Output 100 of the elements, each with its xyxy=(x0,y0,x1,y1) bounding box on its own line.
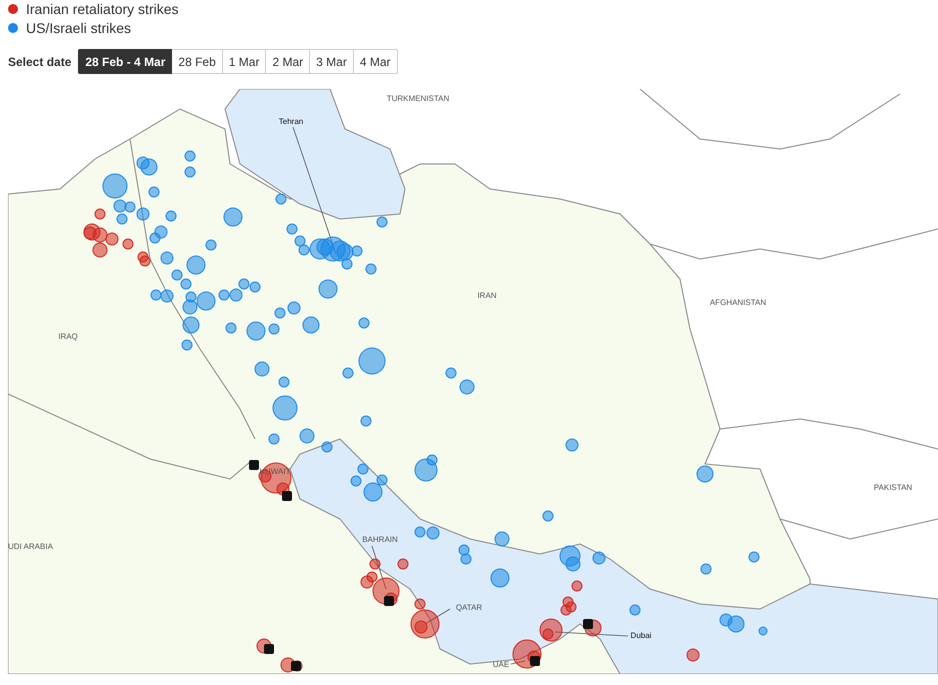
strike-marker xyxy=(426,526,440,540)
strike-marker xyxy=(560,604,572,616)
date-tab[interactable]: 4 Mar xyxy=(354,49,398,74)
strike-marker xyxy=(182,340,192,350)
strike-marker xyxy=(246,322,266,340)
strike-marker xyxy=(276,194,286,204)
strike-marker xyxy=(342,368,354,378)
strike-cluster-marker xyxy=(282,491,292,501)
strike-marker xyxy=(294,236,306,246)
leader-line xyxy=(424,608,450,624)
strike-marker xyxy=(138,252,148,262)
strike-marker xyxy=(224,208,242,226)
strike-marker xyxy=(286,224,298,234)
strike-marker xyxy=(322,442,332,452)
strike-marker xyxy=(124,202,136,212)
strike-marker xyxy=(106,232,118,246)
strike-marker xyxy=(460,380,474,394)
strike-marker xyxy=(494,532,510,546)
strike-marker xyxy=(186,256,206,274)
strike-marker xyxy=(250,282,260,292)
strike-marker xyxy=(92,242,108,258)
strike-marker xyxy=(288,302,300,314)
strike-marker xyxy=(84,226,96,240)
strike-marker xyxy=(184,166,196,178)
strike-marker xyxy=(172,270,182,280)
strike-cluster-marker xyxy=(264,644,274,654)
strike-marker xyxy=(490,568,510,588)
country-label: IRAQ xyxy=(58,332,78,341)
country-label: IRAN xyxy=(477,291,497,300)
strike-marker xyxy=(136,208,150,220)
strike-cluster-marker xyxy=(384,596,394,606)
strike-marker xyxy=(84,224,100,240)
strike-marker xyxy=(300,428,314,444)
strike-marker xyxy=(184,150,196,162)
strike-cluster-marker xyxy=(249,460,259,470)
strike-marker xyxy=(94,208,106,220)
strike-marker xyxy=(720,614,732,626)
legend-label: US/Israeli strikes xyxy=(26,20,132,36)
strike-marker xyxy=(542,510,554,522)
strike-marker xyxy=(560,546,580,566)
strike-marker xyxy=(446,368,456,378)
country-label: AFGHANISTAN xyxy=(710,298,766,307)
strike-marker xyxy=(160,290,174,302)
strike-marker xyxy=(116,214,128,224)
strike-cluster-marker xyxy=(583,619,593,629)
strike-marker xyxy=(566,602,576,612)
strike-marker xyxy=(398,558,408,570)
strike-marker xyxy=(592,552,606,564)
strike-marker xyxy=(278,376,290,388)
date-tab[interactable]: 2 Mar xyxy=(266,49,310,74)
leader-line xyxy=(372,546,386,590)
strike-marker xyxy=(566,556,580,572)
strike-marker xyxy=(154,226,168,238)
strike-marker xyxy=(166,210,176,222)
country-label: TURKMENISTAN xyxy=(386,94,450,103)
country-label: QATAR xyxy=(456,603,482,612)
strike-marker xyxy=(728,616,744,632)
strike-marker xyxy=(358,318,370,328)
strike-marker xyxy=(140,256,150,266)
strike-marker xyxy=(136,156,150,170)
strike-marker xyxy=(92,228,108,242)
strike-marker xyxy=(630,604,640,616)
strike-marker xyxy=(460,554,472,564)
strike-marker xyxy=(230,288,242,302)
strike-marker xyxy=(686,648,700,662)
city-label: Tehran xyxy=(278,117,304,126)
country-label: UDI ARABIA xyxy=(8,542,53,551)
strike-marker xyxy=(150,290,162,300)
strike-marker xyxy=(758,626,768,636)
strike-marker xyxy=(302,316,320,334)
country-label: BAHRAIN xyxy=(362,535,398,544)
strike-marker xyxy=(160,252,174,264)
strike-marker xyxy=(254,362,270,376)
strike-marker xyxy=(358,464,368,474)
date-tab[interactable]: 3 Mar xyxy=(310,49,354,74)
strike-marker xyxy=(226,322,236,334)
date-label: Select date xyxy=(8,54,72,68)
strike-marker xyxy=(366,264,376,274)
strike-marker xyxy=(218,290,230,300)
strike-marker xyxy=(696,466,714,482)
strike-marker xyxy=(370,558,380,570)
strike-marker xyxy=(572,580,582,592)
country-label: UAE xyxy=(492,660,510,669)
date-tab[interactable]: 1 Mar xyxy=(222,49,266,74)
strike-marker xyxy=(238,278,250,290)
strike-marker xyxy=(414,526,426,538)
strike-marker xyxy=(360,416,372,426)
date-tab[interactable]: 28 Feb xyxy=(172,49,223,74)
strike-marker xyxy=(566,438,578,452)
date-tab[interactable]: 28 Feb - 4 Mar xyxy=(78,49,172,74)
city-label: Dubai xyxy=(630,631,652,640)
strike-marker xyxy=(182,300,198,314)
strike-marker xyxy=(140,158,158,176)
strike-marker xyxy=(268,434,280,444)
strike-marker xyxy=(748,552,760,562)
strike-marker xyxy=(700,564,712,574)
strike-marker xyxy=(350,476,362,486)
strike-marker xyxy=(206,240,216,250)
strike-marker xyxy=(268,324,280,334)
strike-marker xyxy=(358,348,386,374)
